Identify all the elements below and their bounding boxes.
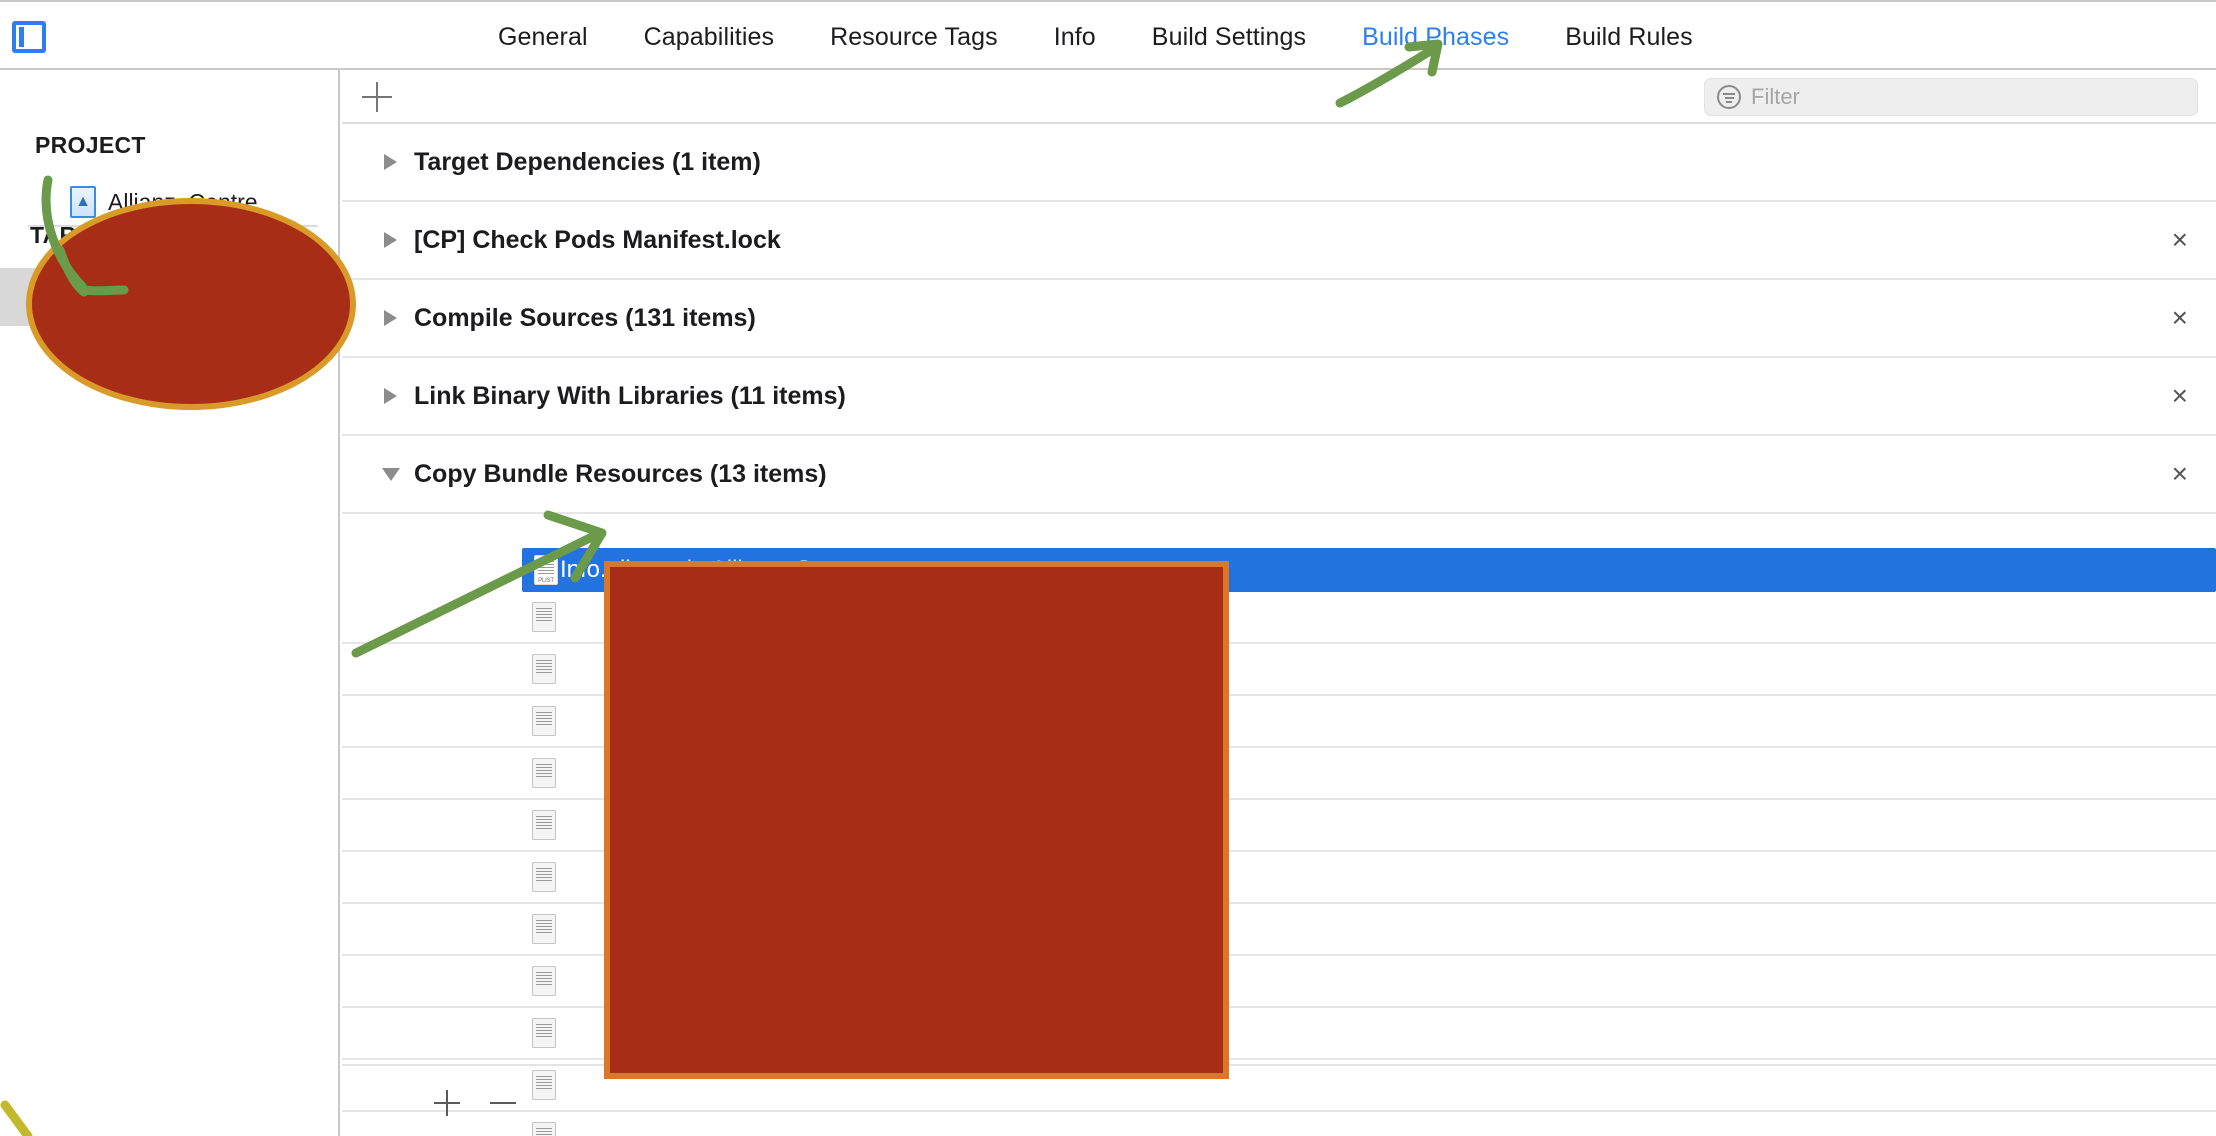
- build-phase-row-target-dependencies[interactable]: Target Dependencies (1 item): [342, 124, 2216, 202]
- build-phases-toolbar: Filter: [342, 70, 2216, 124]
- build-phase-title: [CP] Check Pods Manifest.lock: [414, 225, 781, 254]
- table-row[interactable]: [342, 1008, 2216, 1060]
- tab-info[interactable]: Info: [1026, 23, 1124, 52]
- sidebar-item-allianz-centre[interactable]: ▲ Allianz_Centre: [70, 183, 258, 221]
- file-icon: [532, 758, 556, 788]
- table-row[interactable]: [342, 644, 2216, 696]
- chevron-right-icon[interactable]: [384, 232, 397, 248]
- filter-icon-line-2: [1724, 97, 1734, 99]
- chevron-right-icon[interactable]: [384, 310, 397, 326]
- file-icon-lines: [536, 972, 552, 986]
- table-row[interactable]: [342, 592, 2216, 644]
- xcode-project-icon: ▲: [70, 186, 96, 218]
- remove-phase-icon[interactable]: ×: [2172, 460, 2188, 488]
- file-list-footer: [342, 1064, 2216, 1136]
- plist-file-icon-lines: [538, 561, 554, 575]
- file-row-label: Info.plist …in Allianz_Centre: [560, 556, 867, 584]
- chevron-right-icon[interactable]: [384, 154, 397, 170]
- file-icon: [532, 966, 556, 996]
- filter-input[interactable]: Filter: [1704, 78, 2198, 116]
- tab-build-settings[interactable]: Build Settings: [1124, 23, 1334, 52]
- project-targets-sidebar: PROJECT ▲ Allianz_Centre TARGETS: [0, 70, 340, 1136]
- filter-icon-line-3: [1726, 101, 1732, 103]
- tab-capabilities[interactable]: Capabilities: [616, 23, 802, 52]
- plist-file-icon: PLIST: [534, 555, 558, 585]
- chevron-right-icon[interactable]: [384, 388, 397, 404]
- remove-file-button[interactable]: [490, 1102, 516, 1104]
- editor-tab-bar: General Capabilities Resource Tags Info …: [0, 0, 2216, 70]
- file-icon: [532, 706, 556, 736]
- file-location: …in Allianz_Centre: [662, 556, 867, 583]
- build-phase-title: Target Dependencies (1 item): [414, 147, 761, 176]
- xcode-project-icon-glyph: ▲: [75, 193, 91, 210]
- filter-placeholder: Filter: [1751, 84, 1800, 109]
- file-icon: [532, 914, 556, 944]
- file-icon: [532, 862, 556, 892]
- tab-resource-tags[interactable]: Resource Tags: [802, 23, 1026, 52]
- editor-panel-toggle-bar: [19, 27, 24, 47]
- tab-build-phases[interactable]: Build Phases: [1334, 23, 1537, 52]
- tab-build-rules[interactable]: Build Rules: [1537, 23, 1721, 52]
- build-phase-row-copy-bundle-resources[interactable]: Copy Bundle Resources (13 items) ×: [342, 436, 2216, 514]
- file-icon-lines: [536, 868, 552, 882]
- build-phase-title: Link Binary With Libraries (11 items): [414, 381, 846, 410]
- sidebar-section-project: PROJECT: [35, 132, 146, 158]
- file-icon-lines: [536, 660, 552, 674]
- file-icon-lines: [536, 816, 552, 830]
- editor-panel-toggle-icon[interactable]: [12, 21, 46, 53]
- table-row[interactable]: [342, 696, 2216, 748]
- file-icon-lines: [536, 1024, 552, 1038]
- add-build-phase-button[interactable]: [362, 82, 392, 112]
- file-row-info-plist[interactable]: PLIST Info.plist …in Allianz_Centre: [522, 548, 2216, 592]
- sidebar-item-target-selected[interactable]: [0, 268, 338, 326]
- add-file-button[interactable]: [434, 1090, 460, 1116]
- table-row[interactable]: [342, 904, 2216, 956]
- file-name: Info.plist: [560, 556, 650, 583]
- plist-file-icon: [532, 602, 556, 632]
- file-icon-lines: [536, 608, 552, 622]
- table-row[interactable]: [342, 800, 2216, 852]
- build-phase-row-compile-sources[interactable]: Compile Sources (131 items) ×: [342, 280, 2216, 358]
- remove-phase-icon[interactable]: ×: [2172, 304, 2188, 332]
- tab-strip: General Capabilities Resource Tags Info …: [470, 2, 1721, 72]
- table-row[interactable]: [342, 852, 2216, 904]
- file-icon-lines: [536, 712, 552, 726]
- sidebar-section-targets: TARGETS: [30, 222, 141, 248]
- file-icon: [532, 1018, 556, 1048]
- table-row[interactable]: [342, 956, 2216, 1008]
- remove-phase-icon[interactable]: ×: [2172, 382, 2188, 410]
- copy-bundle-resources-file-list: PLIST Info.plist …in Allianz_Centre: [342, 548, 2216, 1136]
- sidebar-item-label: Allianz_Centre: [108, 188, 258, 215]
- build-phase-title: Copy Bundle Resources (13 items): [414, 459, 827, 488]
- filter-icon-line-1: [1723, 93, 1735, 95]
- tab-general[interactable]: General: [470, 23, 616, 52]
- build-phase-title: Compile Sources (131 items): [414, 303, 756, 332]
- file-icon-lines: [536, 920, 552, 934]
- file-icon: [532, 654, 556, 684]
- build-phase-list: Target Dependencies (1 item) [CP] Check …: [342, 124, 2216, 514]
- file-icon: [532, 810, 556, 840]
- remove-phase-icon[interactable]: ×: [2172, 226, 2188, 254]
- plist-file-icon-tag: PLIST: [538, 578, 554, 584]
- chevron-down-icon[interactable]: [382, 467, 400, 481]
- filter-icon: [1717, 85, 1741, 109]
- file-icon-lines: [536, 764, 552, 778]
- build-phases-pane: Filter Target Dependencies (1 item) [CP]…: [342, 70, 2216, 1136]
- build-phase-row-link-binary-with-libraries[interactable]: Link Binary With Libraries (11 items) ×: [342, 358, 2216, 436]
- build-phase-row-check-pods-manifest[interactable]: [CP] Check Pods Manifest.lock ×: [342, 202, 2216, 280]
- table-row[interactable]: [342, 748, 2216, 800]
